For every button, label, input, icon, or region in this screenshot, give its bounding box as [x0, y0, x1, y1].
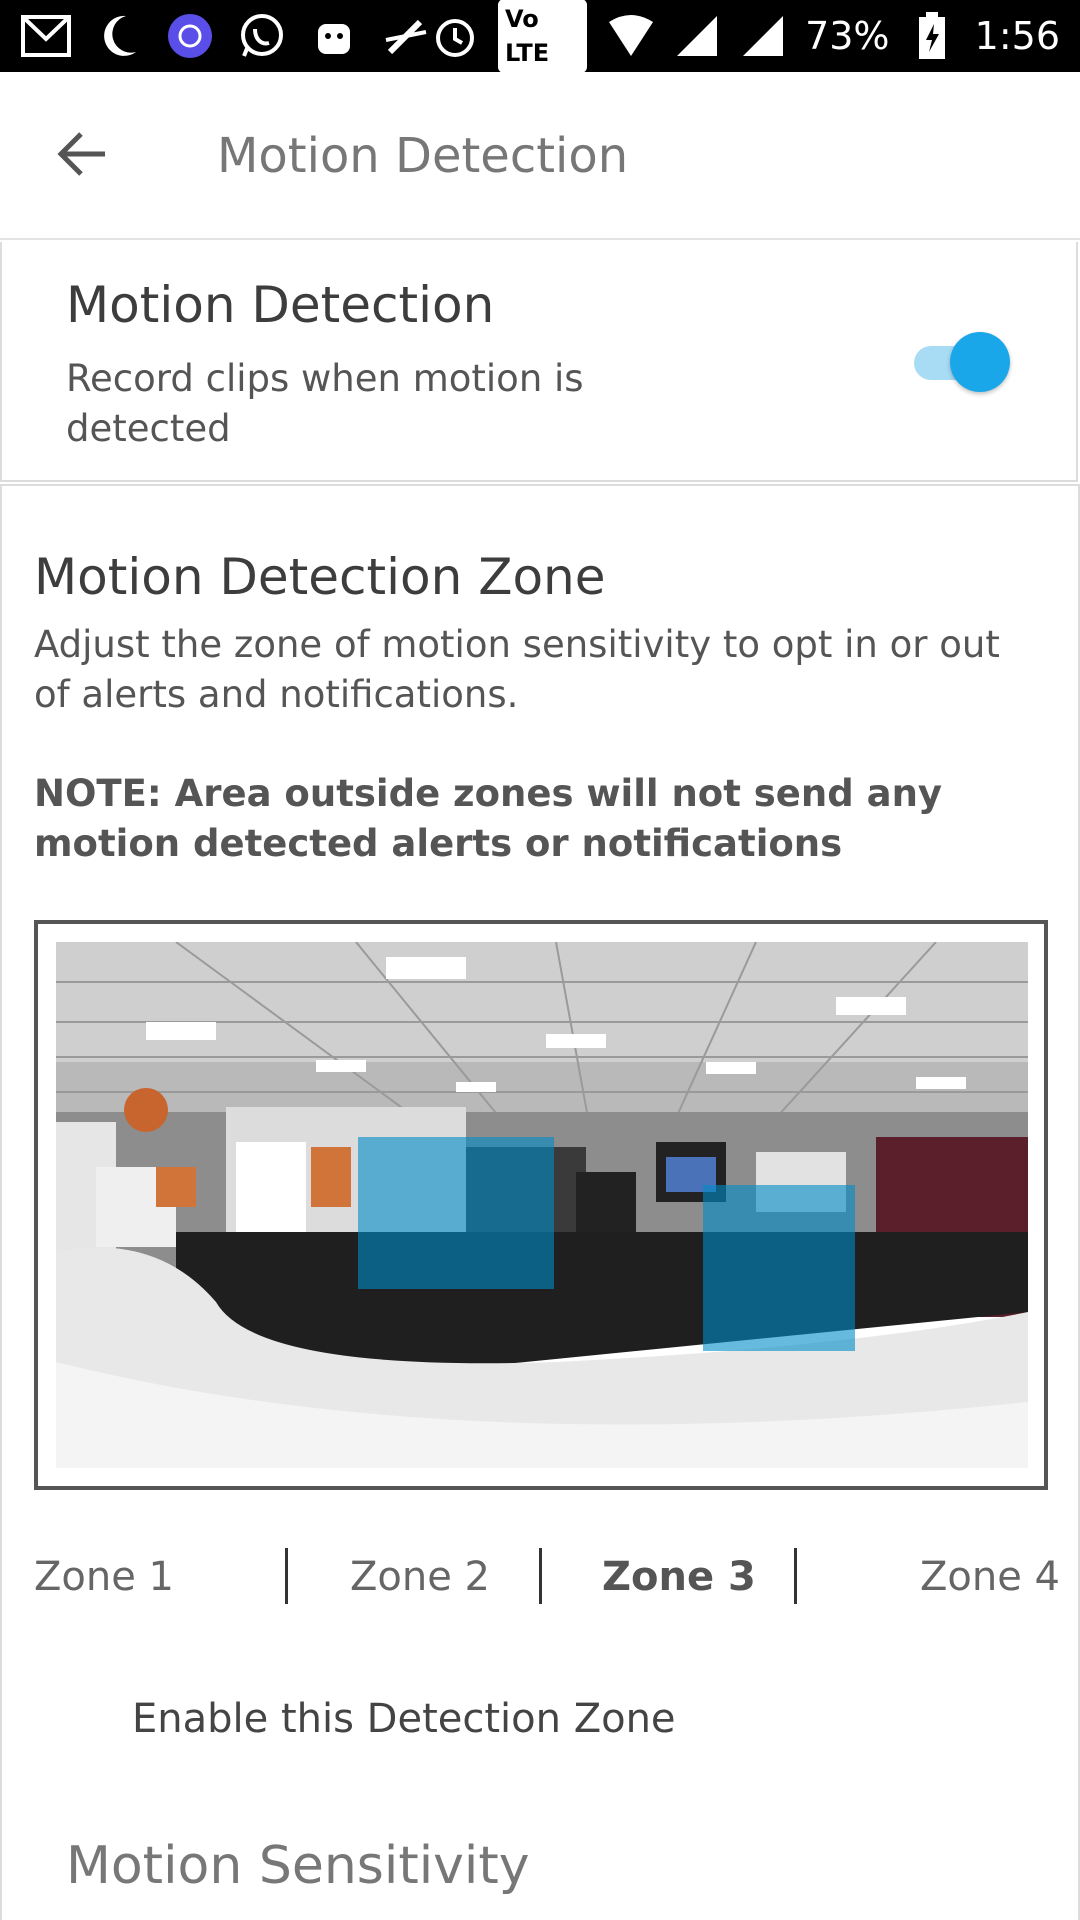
battery-charging-icon [910, 10, 955, 62]
back-button[interactable] [50, 126, 116, 186]
news-icon [164, 10, 216, 62]
motion-zone-card: Motion Detection Zone Adjust the zone of… [0, 484, 1080, 1920]
gmail-icon [20, 10, 72, 62]
detection-zone-overlay-1[interactable] [358, 1137, 554, 1289]
tab-divider [794, 1548, 797, 1604]
camera-preview-frame [34, 920, 1048, 1490]
signal-icon [740, 10, 785, 62]
signal-icon [675, 10, 720, 62]
motion-detection-title: Motion Detection [66, 276, 495, 334]
moon-icon [92, 10, 144, 62]
tab-zone-1[interactable]: Zone 1 [34, 1542, 174, 1612]
motion-detection-subtitle: Record clips when motion is detected [66, 357, 584, 450]
motion-detection-card: Motion Detection Record clips when motio… [0, 242, 1078, 482]
enable-zone-option[interactable]: Enable this Detection Zone [132, 1696, 676, 1742]
clock: 1:56 [974, 14, 1060, 58]
whatsapp-icon [236, 10, 288, 62]
arrow-back-icon [57, 131, 109, 182]
tab-zone-4[interactable]: Zone 4 [920, 1542, 1060, 1612]
toggle-thumb [950, 332, 1010, 392]
android-icon [308, 10, 360, 62]
pen-off-icon [380, 10, 432, 62]
camera-preview-image [56, 942, 1028, 1468]
tab-zone-2[interactable]: Zone 2 [350, 1542, 490, 1612]
zone-tabs: Zone 1 Zone 2 Zone 3 Zone 4 [2, 1542, 1080, 1612]
zone-section-note: NOTE: Area outside zones will not send a… [34, 772, 943, 865]
app-bar: Motion Detection [0, 72, 1080, 240]
tab-divider [285, 1548, 288, 1604]
status-bar: Vo LTE 73% 1:56 [0, 0, 1080, 73]
tab-zone-3[interactable]: Zone 3 [602, 1542, 756, 1612]
tab-divider [539, 1548, 542, 1604]
zone-section-title: Motion Detection Zone [34, 548, 606, 606]
alarm-icon [432, 10, 478, 62]
page-title: Motion Detection [217, 128, 629, 184]
wifi-icon [607, 10, 655, 62]
detection-zone-overlay-2[interactable] [703, 1185, 855, 1351]
volte-badge: Vo LTE [498, 0, 587, 73]
motion-detection-toggle[interactable] [912, 330, 1012, 392]
battery-percent: 73% [805, 14, 890, 58]
zone-section-description: Adjust the zone of motion sensitivity to… [34, 623, 1000, 716]
status-bar-system: Vo LTE 73% 1:56 [432, 0, 1060, 73]
motion-sensitivity-title: Motion Sensitivity [66, 1836, 530, 1896]
status-bar-notifications [20, 10, 432, 62]
